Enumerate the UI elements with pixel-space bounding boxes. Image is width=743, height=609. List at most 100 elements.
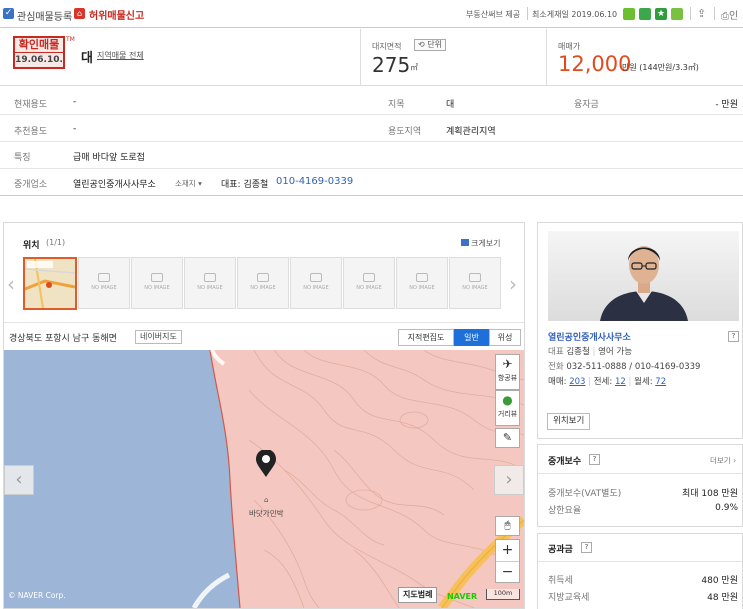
jeonse-count-link[interactable]: 12 (615, 377, 626, 387)
aerial-view-label: 항공뷰 (497, 374, 518, 382)
map-next-arrow[interactable]: › (494, 465, 524, 495)
partner-badge-icon (623, 8, 635, 20)
agency-phone[interactable]: 010-4169-0339 (276, 176, 353, 187)
airplane-icon: ✈ (502, 357, 513, 371)
divider (546, 29, 547, 86)
divider (714, 7, 715, 20)
map-legend-button[interactable]: 지도범례 (398, 587, 438, 603)
thumbs-prev-arrow[interactable]: ‹ (7, 272, 15, 296)
map-thumbnail[interactable] (23, 257, 77, 310)
trademark-mark: TM (66, 36, 75, 43)
view-location-button[interactable]: 위치보기 (547, 413, 591, 430)
brokerage-fee-title: 중개보수 (548, 457, 582, 467)
sale-count-link[interactable]: 203 (569, 377, 585, 387)
map-place-label: 바닷가민박 (249, 509, 284, 518)
location-pin-icon (254, 450, 278, 478)
info-row (0, 88, 743, 115)
unit-toggle-button[interactable]: ⟲ 단위 (414, 39, 446, 51)
street-pin-icon: ● (502, 393, 513, 407)
education-tax-label: 지방교육세 (548, 593, 590, 603)
thumb-no-image: NO IMAGE (237, 257, 289, 309)
loan-label: 융자금 (574, 100, 599, 110)
land-area-label: 대지면적 (372, 42, 402, 51)
naver-map-button[interactable]: 네이버지도 (135, 330, 182, 344)
verified-listing-stamp: 확인매물 19.06.10. (13, 36, 65, 69)
info-source-text: 부동산써브 제공 (466, 10, 521, 19)
enlarge-icon (461, 239, 469, 246)
zoom-out-button[interactable]: − (496, 562, 519, 583)
divider (538, 561, 742, 562)
naver-logo: NAVER (447, 592, 478, 601)
monthly-count-link[interactable]: 72 (655, 377, 666, 387)
map-copyright: © NAVER Corp. (8, 591, 66, 600)
agency-location-label: 소재지 (175, 179, 196, 188)
agency-value: 열린공인중개사사무소 (73, 180, 156, 190)
agent-rep-line: 대표 김종철 | 영어 가능 (548, 347, 633, 357)
help-icon[interactable]: ? (589, 454, 600, 465)
thumb-no-image: NO IMAGE (290, 257, 342, 309)
thumb-no-image: NO IMAGE (131, 257, 183, 309)
map-type-normal[interactable]: 일반 (454, 329, 489, 346)
divider (690, 7, 691, 20)
agent-avatar-icon (600, 246, 688, 321)
thumb-no-image: NO IMAGE (396, 257, 448, 309)
divider (538, 473, 742, 474)
mouse-icon[interactable]: 🖱 (495, 516, 520, 536)
checkbox-icon[interactable]: ✓ (3, 8, 14, 19)
print-icon[interactable]: ⎙인 (721, 7, 743, 22)
acquisition-tax-label: 취득세 (548, 576, 573, 586)
map-scale: 100m (486, 589, 520, 600)
feature-label: 특징 (14, 153, 31, 163)
agent-listings-line: 매매: 203 | 전세: 12 | 월세: 72 (548, 377, 667, 387)
sale-price-value: 12,000 (558, 52, 632, 76)
zoom-in-button[interactable]: + (496, 540, 519, 562)
taxes-title: 공과금 (548, 545, 573, 555)
current-use-label: 현재용도 (14, 100, 48, 110)
map-type-cadastral[interactable]: 지적편집도 (398, 329, 454, 346)
map-prev-arrow[interactable]: ‹ (4, 465, 34, 495)
agent-phone-line: 전화 032-511-0888 / 010-4169-0339 (548, 362, 701, 372)
enlarge-link[interactable]: 크게보기 (461, 238, 500, 249)
share-icon[interactable]: ⇪ (697, 7, 706, 20)
divider (4, 322, 524, 323)
representative-text: 대표: 김종철 (221, 180, 269, 190)
agent-office-name[interactable]: 열린공인중개사사무소 (548, 330, 631, 343)
region-listings-link[interactable]: 지역매물 전체 (97, 50, 144, 61)
agency-location-dropdown[interactable]: 소재지 ▾ (175, 178, 202, 189)
fee-more-link[interactable]: 더보기 › (710, 455, 736, 466)
help-icon[interactable]: ? (581, 542, 592, 553)
recommended-use-value: - (73, 124, 77, 134)
fee-rate-label: 상한요율 (548, 506, 582, 516)
zoning-value: 계획관리지역 (446, 127, 496, 137)
thumb-no-image: NO IMAGE (449, 257, 501, 309)
favorite-register-link[interactable]: 관심매물등록 (17, 8, 72, 23)
property-type: 대 (81, 51, 93, 66)
stamp-date: 19.06.10. (15, 55, 63, 65)
check-badge-icon (639, 8, 651, 20)
divider (360, 29, 361, 86)
feature-value: 급매 바다앞 도로접 (73, 153, 145, 163)
house-icon: ⌂ (74, 8, 85, 19)
photos-count: (1/1) (46, 238, 66, 247)
thumbs-next-arrow[interactable]: › (509, 272, 517, 296)
acquisition-tax-value: 480 만원 (701, 576, 738, 586)
agency-label: 중개업소 (14, 180, 48, 190)
map-view[interactable]: ⌂ 바닷가민박 ‹ › ✈ 항공뷰 ● 거리뷰 ✎ 🖱 + − © NAVER Co… (4, 350, 524, 608)
help-icon[interactable]: ? (728, 331, 739, 342)
fee-label: 중개보수(VAT별도) (548, 489, 622, 499)
land-category-label: 지목 (388, 100, 405, 110)
map-type-satellite[interactable]: 위성 (489, 329, 521, 346)
loan-value: - 만원 (715, 100, 738, 110)
land-area-value: 275 (372, 53, 411, 77)
false-listing-report-link[interactable]: 허위매물신고 (89, 7, 144, 22)
zoning-label: 용도지역 (388, 127, 422, 137)
ruler-icon[interactable]: ✎ (495, 428, 520, 448)
recommended-use-label: 추천용도 (14, 127, 48, 137)
land-category-value: 대 (446, 100, 455, 110)
sale-price-label: 매매가 (558, 42, 581, 51)
photos-title: 위치 (23, 241, 40, 251)
street-view-button[interactable]: ● 거리뷰 (495, 390, 520, 426)
education-tax-value: 48 만원 (707, 593, 738, 603)
aerial-view-button[interactable]: ✈ 항공뷰 (495, 354, 520, 390)
star-badge-icon: ★ (655, 8, 667, 20)
